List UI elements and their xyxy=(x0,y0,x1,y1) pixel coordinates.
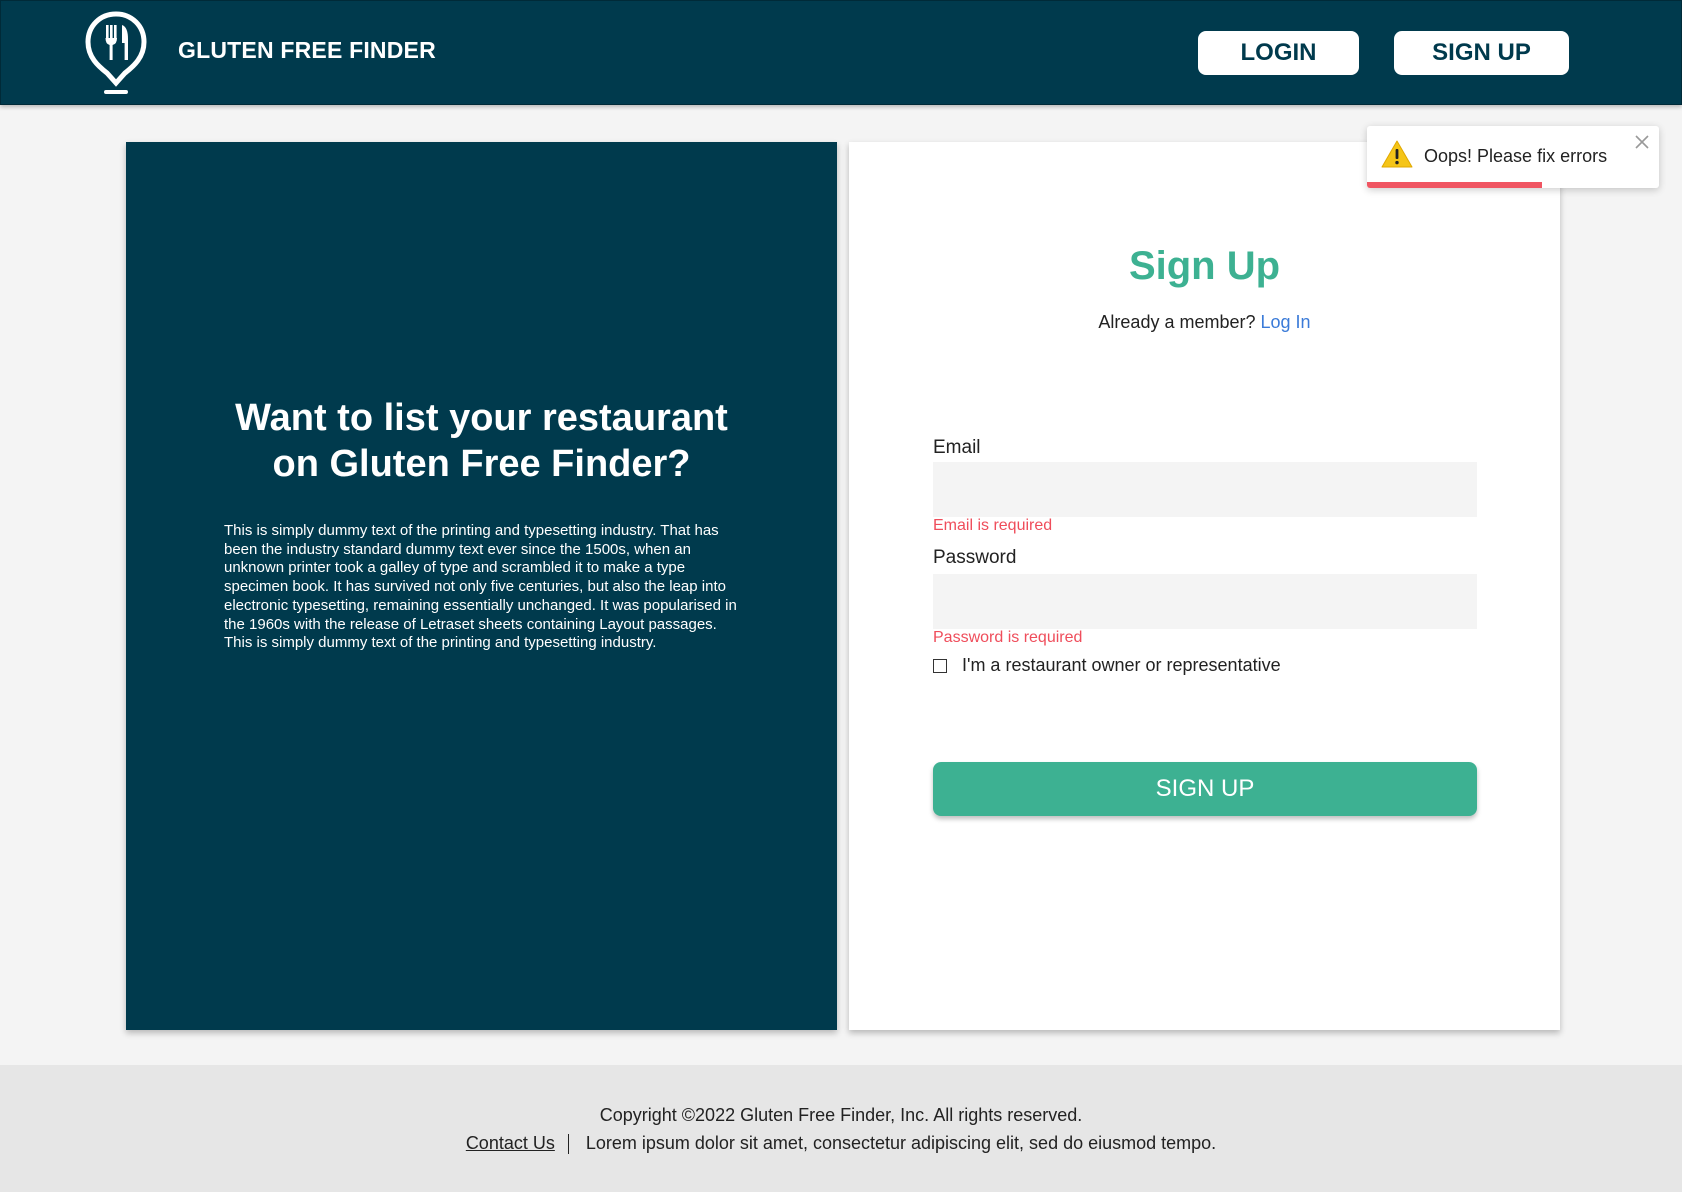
header-signup-button[interactable]: SIGN UP xyxy=(1394,31,1569,75)
email-error: Email is required xyxy=(933,517,1053,534)
footer-divider xyxy=(567,1133,569,1154)
signup-submit-button[interactable]: SIGN UP xyxy=(933,762,1477,816)
top-navbar: GLUTEN FREE FINDER LOGIN SIGN UP xyxy=(0,0,1682,105)
footer: Copyright ©2022 Gluten Free Finder, Inc.… xyxy=(0,1065,1682,1192)
password-field[interactable] xyxy=(933,574,1477,629)
error-toast: Oops! Please fix errors xyxy=(1367,126,1659,188)
login-link[interactable]: Log In xyxy=(1261,312,1311,332)
restaurant-pin-logo-icon[interactable] xyxy=(85,11,147,95)
owner-checkbox-row[interactable]: I'm a restaurant owner or representative xyxy=(933,655,1281,676)
form-title: Sign Up xyxy=(1128,244,1281,288)
password-label: Password xyxy=(933,547,1017,568)
login-button[interactable]: LOGIN xyxy=(1198,31,1359,75)
password-error: Password is required xyxy=(933,629,1083,646)
promo-title-line-2: on Gluten Free Finder? xyxy=(272,443,691,485)
promo-description: This is simply dummy text of the printin… xyxy=(224,522,737,652)
member-prompt: Already a member? Log In xyxy=(849,312,1560,333)
footer-links: Contact Us Lorem ipsum dolor sit amet, c… xyxy=(0,1133,1682,1154)
member-text: Already a member? xyxy=(1098,312,1256,332)
signup-form-panel: Sign Up Already a member? Log In Email E… xyxy=(849,142,1560,1030)
contact-us-link[interactable]: Contact Us xyxy=(466,1133,555,1154)
warning-icon xyxy=(1381,140,1413,168)
footer-tagline: Lorem ipsum dolor sit amet, consectetur … xyxy=(585,1133,1217,1153)
close-icon[interactable] xyxy=(1633,133,1651,151)
email-field[interactable] xyxy=(933,462,1477,517)
owner-checkbox[interactable] xyxy=(933,658,947,673)
promo-title: Want to list your restaurant on Gluten F… xyxy=(126,395,837,487)
toast-message: Oops! Please fix errors xyxy=(1424,146,1608,166)
brand-name[interactable]: GLUTEN FREE FINDER xyxy=(178,37,436,64)
promo-panel: Want to list your restaurant on Gluten F… xyxy=(126,142,837,1030)
toast-progress-bar xyxy=(1367,182,1543,188)
promo-title-line-1: Want to list your restaurant xyxy=(235,397,728,439)
owner-checkbox-label[interactable]: I'm a restaurant owner or representative xyxy=(962,655,1281,676)
email-label: Email xyxy=(933,437,981,458)
copyright-text: Copyright ©2022 Gluten Free Finder, Inc.… xyxy=(599,1105,1083,1125)
